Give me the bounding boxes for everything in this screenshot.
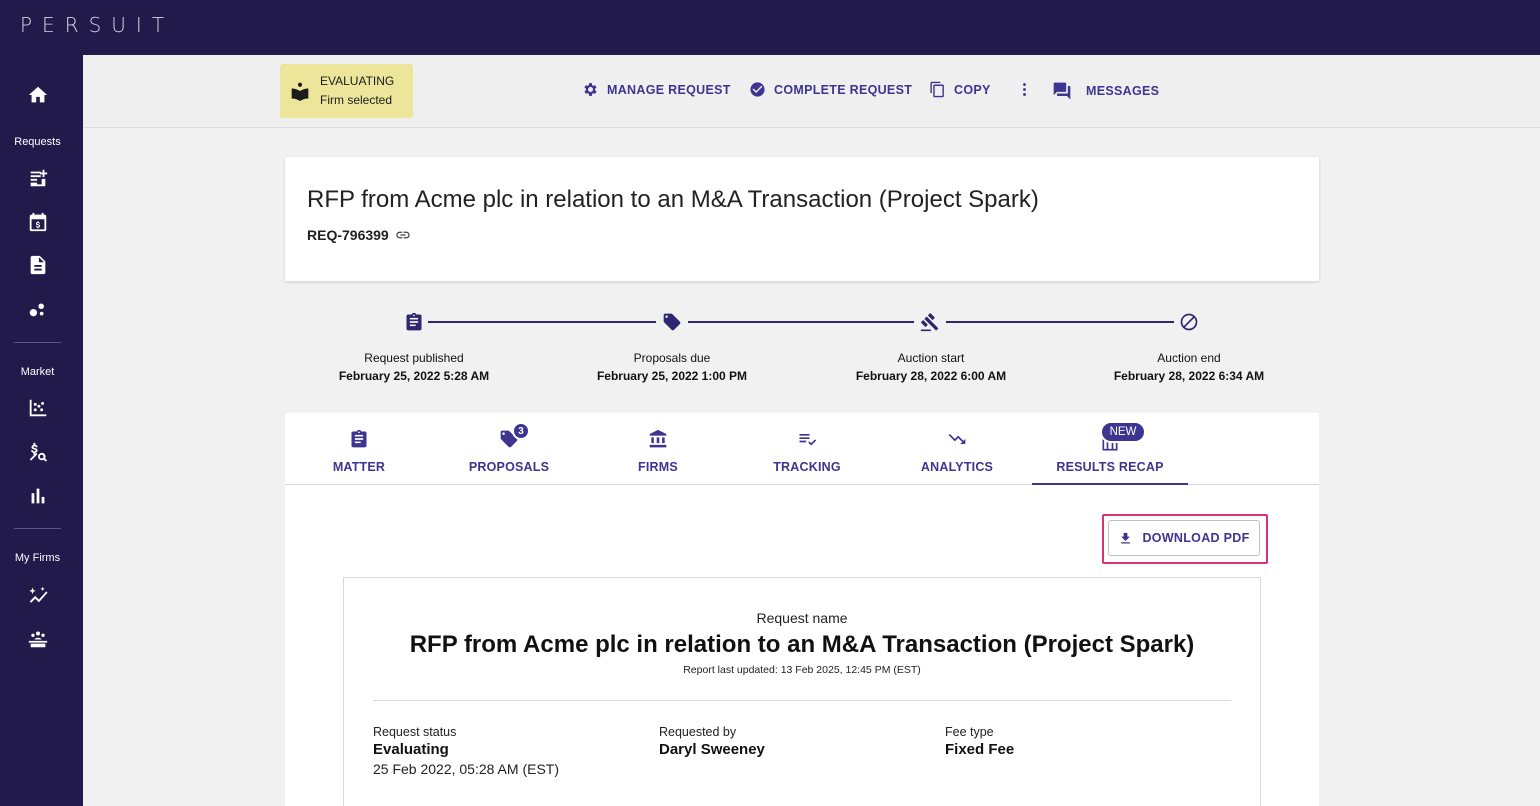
download-pdf-button[interactable]: DOWNLOAD PDF (1108, 520, 1260, 556)
sparkle-chart-icon[interactable] (25, 582, 51, 608)
tab-label: PROPOSALS (468, 460, 550, 474)
home-icon[interactable] (25, 82, 51, 108)
tab-label: RESULTS RECAP (1056, 460, 1164, 474)
block-icon (1178, 311, 1200, 333)
field-value: Daryl Sweeney (659, 741, 765, 758)
tab-label: TRACKING (773, 460, 841, 474)
report-title: RFP from Acme plc in relation to an M&A … (409, 631, 1195, 658)
manage-request-button[interactable]: MANAGE REQUEST (582, 81, 731, 98)
copy-label: COPY (954, 82, 991, 97)
bar-chart-icon[interactable] (25, 483, 51, 509)
sidebar-section-requests: Requests (14, 136, 61, 148)
action-bar: EVALUATING Firm selected MANAGE REQUEST … (83, 55, 1540, 128)
request-id-text: REQ-796399 (307, 227, 389, 243)
timeline-step-label: Auction start (897, 351, 965, 365)
request-status-field: Request status Evaluating 25 Feb 2022, 0… (373, 725, 559, 777)
fee-type-field: Fee type Fixed Fee (945, 725, 1014, 758)
calendar-dollar-icon[interactable] (25, 209, 51, 235)
report-preview: Request name RFP from Acme plc in relati… (343, 577, 1261, 806)
timeline-connector (428, 321, 656, 323)
copy-icon (930, 81, 944, 98)
timeline-step: Request published February 25, 2022 5:28… (304, 349, 524, 385)
chat-icon (1053, 82, 1071, 100)
download-pdf-label: DOWNLOAD PDF (1142, 531, 1250, 545)
request-header-card: RFP from Acme plc in relation to an M&A … (285, 157, 1319, 281)
link-icon[interactable] (395, 227, 411, 243)
reader-icon (291, 82, 309, 101)
clipboard-icon (351, 429, 367, 448)
team-icon[interactable] (25, 626, 51, 652)
request-title: RFP from Acme plc in relation to an M&A … (307, 186, 1039, 213)
timeline-step-label: Auction end (1157, 351, 1221, 365)
document-icon[interactable] (25, 252, 51, 278)
timeline-step-label: Request published (364, 351, 464, 365)
timeline-step: Auction start February 28, 2022 6:00 AM (821, 349, 1041, 385)
timeline-step-date: February 28, 2022 6:34 AM (1113, 369, 1265, 383)
top-bar: PERSUIT (0, 0, 1540, 55)
sidebar: Requests Market My Firms (0, 55, 83, 806)
field-value: Evaluating (373, 741, 449, 758)
new-badge: NEW (1100, 421, 1146, 443)
more-vert-icon (1023, 83, 1026, 96)
timeline-step-date: February 28, 2022 6:00 AM (855, 369, 1007, 383)
requested-by-field: Requested by Daryl Sweeney (659, 725, 765, 758)
timeline-step-date: February 25, 2022 1:00 PM (596, 369, 748, 383)
gear-icon (584, 83, 597, 96)
field-subvalue: 25 Feb 2022, 05:28 AM (EST) (373, 761, 559, 777)
messages-button[interactable]: MESSAGES (1052, 81, 1159, 101)
field-label: Request status (373, 725, 457, 739)
timeline-step-date: February 25, 2022 5:28 AM (338, 369, 490, 383)
sidebar-divider (14, 528, 61, 529)
scatter-chart-icon[interactable] (25, 395, 51, 421)
price-search-icon[interactable] (25, 439, 51, 465)
tab-firms[interactable]: FIRMS (583, 413, 733, 485)
report-name-label: Request name (756, 610, 848, 626)
timeline-step: Auction end February 28, 2022 6:34 AM (1079, 349, 1299, 385)
tab-label: ANALYTICS (920, 460, 994, 474)
results-recap-panel: DOWNLOAD PDF Request name RFP from Acme … (285, 485, 1319, 806)
status-label: EVALUATING (320, 74, 395, 88)
proposals-count-badge: 3 (512, 422, 530, 440)
status-sublabel: Firm selected (320, 93, 393, 107)
bank-icon (649, 429, 667, 448)
messages-label: MESSAGES (1086, 84, 1160, 98)
tab-analytics[interactable]: ANALYTICS (882, 413, 1032, 485)
tag-icon (661, 311, 683, 333)
complete-request-label: COMPLETE REQUEST (774, 82, 913, 97)
more-options-button[interactable] (1016, 81, 1033, 98)
new-request-icon[interactable] (25, 165, 51, 191)
timeline-connector (946, 321, 1174, 323)
download-icon (1121, 532, 1131, 543)
tab-label: MATTER (332, 460, 386, 474)
timeline-connector (688, 321, 914, 323)
copy-button[interactable]: COPY (929, 81, 991, 98)
report-updated: Report last updated: 13 Feb 2025, 12:45 … (683, 664, 921, 676)
field-label: Fee type (945, 725, 994, 739)
bubbles-icon[interactable] (25, 296, 51, 322)
timeline-step-label: Proposals due (633, 351, 711, 365)
report-divider (373, 700, 1231, 701)
sidebar-section-my-firms: My Firms (14, 552, 61, 564)
check-circle-icon (750, 82, 765, 97)
checklist-icon (799, 434, 817, 446)
tab-proposals[interactable]: 3 PROPOSALS (434, 413, 584, 485)
complete-request-button[interactable]: COMPLETE REQUEST (749, 81, 912, 98)
tab-bar: MATTER 3 PROPOSALS FIRMS TRACKING ANALYT… (284, 413, 1319, 486)
manage-request-label: MANAGE REQUEST (607, 82, 731, 97)
tab-label: FIRMS (638, 460, 678, 474)
timeline-step: Proposals due February 25, 2022 1:00 PM (562, 349, 782, 385)
sidebar-divider (14, 342, 61, 343)
clipboard-icon (403, 311, 425, 333)
tab-matter[interactable]: MATTER (284, 413, 434, 485)
field-value: Fixed Fee (945, 741, 1015, 758)
field-label: Requested by (659, 725, 737, 739)
tab-tracking[interactable]: TRACKING (732, 413, 882, 485)
gavel-icon (919, 311, 941, 333)
status-chip: EVALUATING Firm selected (280, 64, 413, 118)
sidebar-section-market: Market (20, 366, 55, 378)
trend-down-icon (948, 434, 966, 444)
tab-results-recap[interactable]: NEW RESULTS RECAP (1032, 413, 1188, 486)
persuit-logo[interactable]: PERSUIT (20, 13, 174, 37)
request-id: REQ-796399 (307, 227, 411, 243)
